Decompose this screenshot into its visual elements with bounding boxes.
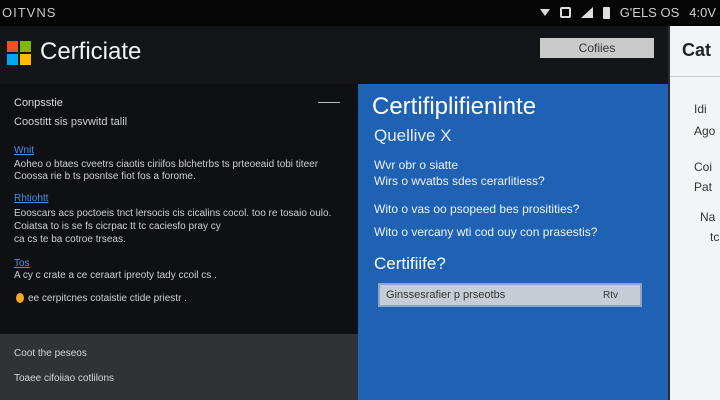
header-button[interactable]: Cofiies	[540, 38, 654, 58]
section2-line: ca cs te ba cotroe trseas.	[14, 234, 126, 245]
status-bar: OITVNS G'ELS OS 4:0V	[0, 0, 720, 26]
right-panel-divider	[670, 76, 720, 77]
right-panel: Cat Idi Ago Coi Pat Na tc	[670, 26, 720, 400]
right-panel-title: Cat	[682, 40, 712, 60]
app-logo-icon	[7, 41, 31, 65]
collapse-dash-icon[interactable]	[318, 102, 340, 103]
right-panel-item[interactable]: Ago	[694, 124, 715, 138]
section1-link[interactable]: Wnit	[14, 145, 34, 156]
status-right-text: G'ELS OS	[619, 5, 680, 20]
status-left-text: OITVNS	[2, 5, 57, 20]
center-panel: Certifiplifieninte Quellive X Wvr obr o …	[358, 84, 668, 400]
dropdown-arrow-icon[interactable]	[539, 9, 550, 16]
footer-link[interactable]: Coot the peseos	[14, 348, 87, 359]
status-right-group: G'ELS OS 4:0V	[539, 5, 716, 20]
center-title: Certifiplifieninte	[372, 93, 537, 120]
cert-input[interactable]: Ginssesrafier p prseotbs Rtv	[378, 283, 642, 307]
question-item[interactable]: Wito o vas oo psopeed bes prositities?	[374, 202, 579, 216]
section2-line: Coiatsa to is se fs cicrpac tt tc cacies…	[14, 221, 221, 232]
right-panel-item[interactable]: tc	[710, 230, 719, 244]
footer-link[interactable]: Toaee cifoiiao cotlilons	[14, 373, 114, 384]
right-panel-item[interactable]: Pat	[694, 180, 712, 194]
question-item[interactable]: Wvr obr o siatte	[374, 158, 458, 172]
section1-line: Coossa rie b ts posntse fiot fos a forom…	[14, 171, 196, 182]
center-subtitle: Quellive X	[374, 126, 452, 145]
left-footer: Coot the peseos Toaee cifoiiao cotlilons	[0, 334, 358, 400]
battery-icon	[602, 6, 610, 19]
section2-link[interactable]: Rhtiohtt	[14, 193, 48, 204]
screenshot-icon[interactable]	[559, 7, 571, 18]
section3-line: A cy c crate a ce ceraart ipreoty tady c…	[14, 270, 217, 281]
right-panel-item[interactable]: Idi	[694, 102, 707, 116]
cert-input-value: Ginssesrafier p prseotbs	[386, 289, 506, 301]
right-panel-item[interactable]: Coi	[694, 160, 712, 174]
question-item[interactable]: Wirs o wvatbs sdes cerarlitiess?	[374, 174, 545, 188]
left-panel: Conpsstie Coostitt sis psvwitd talil Wni…	[0, 84, 358, 334]
section3-link[interactable]: Tos	[14, 258, 30, 269]
app-title: Cerficiate	[40, 38, 142, 65]
question-item[interactable]: Wito o vercany wti cod ouy con prasestis…	[374, 225, 597, 239]
right-panel-item[interactable]: Na	[700, 210, 715, 224]
cert-question: Certifiife?	[374, 254, 446, 273]
section1-line: Aoheo o btaes cveetrs ciaotis ciriifos b…	[14, 159, 319, 170]
cert-input-action[interactable]: Rtv	[603, 290, 618, 301]
status-dot-icon	[16, 293, 24, 303]
status-clock: 4:0V	[689, 5, 716, 20]
signal-icon	[580, 7, 593, 18]
left-panel-header: Conpsstie	[14, 97, 63, 109]
section2-line: Eooscars acs poctoeis tnct lersocis cis …	[14, 208, 332, 219]
left-intro: Coostitt sis psvwitd talil	[14, 116, 128, 128]
status-line: ee cerpitcnes cotaistie ctide priestr .	[28, 293, 187, 304]
